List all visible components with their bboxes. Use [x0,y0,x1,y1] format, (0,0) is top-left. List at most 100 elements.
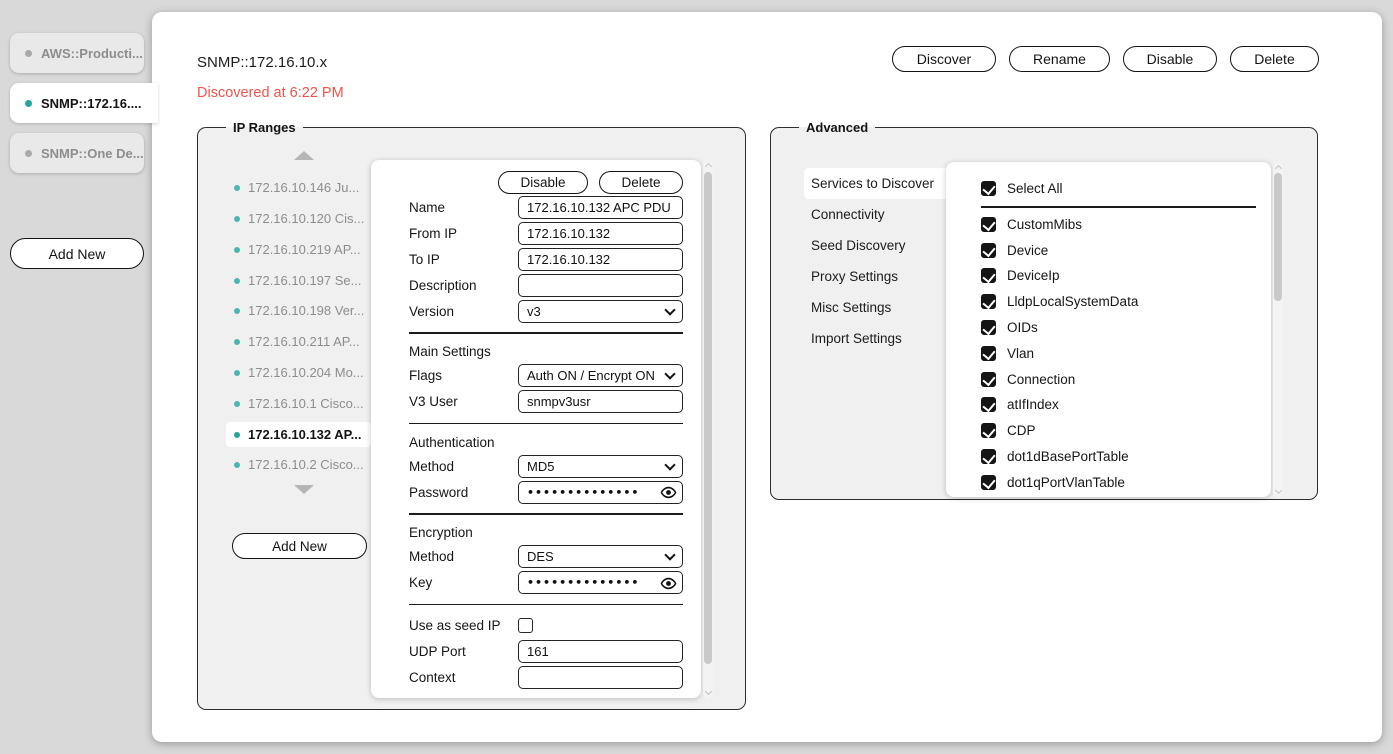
scrollbar-thumb[interactable] [704,172,712,664]
tab-misc-settings[interactable]: Misc Settings [804,292,946,323]
service-label: DeviceIp [1007,268,1060,283]
service-checkbox[interactable] [981,294,996,309]
main-settings-heading: Main Settings [371,341,701,363]
status-text: Discovered at 6:22 PM [197,85,344,101]
sidebar-item-aws-production[interactable]: AWS::Producti... [10,33,144,73]
disable-button[interactable]: Disable [1123,46,1217,72]
delete-button[interactable]: Delete [1230,46,1319,72]
status-dot-icon [25,100,32,107]
status-dot-icon [25,150,32,157]
service-checkbox[interactable] [981,397,996,412]
show-key-icon[interactable] [660,575,677,592]
ip-range-label: 172.16.10.211 AP... [248,334,360,349]
ip-range-item[interactable]: 172.16.10.120 Cis... [226,206,371,231]
from-ip-field[interactable] [518,222,683,245]
to-ip-field[interactable] [518,248,683,271]
ip-ranges-legend: IP Ranges [226,120,303,135]
advanced-fieldset: Advanced Services to Discover Connectivi… [770,120,1318,500]
name-field[interactable] [518,196,683,219]
disable-range-button[interactable]: Disable [498,171,588,194]
sidebar-item-label: SNMP::One De... [41,146,144,161]
main-panel: SNMP::172.16.10.x Discovered at 6:22 PM … [152,12,1382,742]
sidebar-item-snmp-one-device[interactable]: SNMP::One De... [10,133,144,173]
tab-connectivity[interactable]: Connectivity [804,199,946,230]
ip-range-label: 172.16.10.204 Mo... [248,365,364,380]
tab-services-to-discover[interactable]: Services to Discover [804,168,946,199]
auth-method-label: Method [409,459,518,474]
range-dot-icon [234,247,240,253]
range-dot-icon [234,278,240,284]
version-label: Version [409,304,518,319]
service-checkbox[interactable] [981,449,996,464]
rename-button[interactable]: Rename [1009,46,1110,72]
version-select[interactable]: v3 [518,300,683,323]
delete-range-button[interactable]: Delete [599,171,683,194]
ip-range-item[interactable]: 172.16.10.211 AP... [226,329,371,354]
separator [409,423,683,425]
scroll-down-icon[interactable] [704,688,711,695]
ip-range-item[interactable]: 172.16.10.198 Ver... [226,298,371,323]
scroll-up-icon[interactable] [1274,165,1281,172]
services-scrollbar[interactable] [1273,162,1283,497]
header-actions: Discover Rename Disable Delete [892,46,1319,72]
encryption-heading: Encryption [371,522,701,544]
description-field[interactable] [518,274,683,297]
service-checkbox[interactable] [981,243,996,258]
range-dot-icon [234,462,240,468]
service-checkbox[interactable] [981,346,996,361]
discover-button[interactable]: Discover [892,46,996,72]
ip-range-item[interactable]: 172.16.10.1 Cisco... [226,391,371,416]
tab-import-settings[interactable]: Import Settings [804,323,946,354]
select-all-checkbox[interactable] [981,181,996,196]
enc-key-label: Key [409,575,518,590]
enc-method-select[interactable]: DES [518,545,683,568]
tab-proxy-settings[interactable]: Proxy Settings [804,261,946,292]
enc-method-label: Method [409,549,518,564]
add-new-discovery-button[interactable]: Add New [10,238,144,269]
seed-ip-checkbox[interactable] [518,618,533,633]
ip-range-item[interactable]: 172.16.10.197 Se... [226,268,371,293]
scroll-list-down-icon[interactable] [294,485,314,494]
scroll-list-up-icon[interactable] [294,151,314,160]
services-card: Select All CustomMibs Device DeviceIp Ll… [946,162,1271,497]
advanced-legend: Advanced [799,120,875,135]
udp-port-field[interactable] [518,640,683,663]
ip-range-label: 172.16.10.132 AP... [248,427,361,442]
service-label: Device [1007,243,1048,258]
separator [409,513,683,515]
ip-range-item[interactable]: 172.16.10.219 AP... [226,237,371,262]
service-checkbox[interactable] [981,372,996,387]
ip-range-item[interactable]: 172.16.10.204 Mo... [226,360,371,385]
from-ip-label: From IP [409,226,518,241]
v3-user-field[interactable] [518,390,683,413]
service-checkbox[interactable] [981,423,996,438]
scroll-up-icon[interactable] [704,163,711,170]
service-checkbox[interactable] [981,217,996,232]
ip-range-item-selected[interactable]: 172.16.10.132 AP... [226,422,371,447]
service-label: Vlan [1007,346,1034,361]
password-field[interactable] [518,481,683,504]
scroll-down-icon[interactable] [1274,487,1281,494]
service-label: CDP [1007,423,1036,438]
context-field[interactable] [518,666,683,689]
tab-seed-discovery[interactable]: Seed Discovery [804,230,946,261]
service-checkbox[interactable] [981,475,996,490]
service-checkbox[interactable] [981,268,996,283]
udp-port-label: UDP Port [409,644,518,659]
flags-select[interactable]: Auth ON / Encrypt ON [518,364,683,387]
form-scrollbar[interactable] [703,160,713,698]
auth-method-select[interactable]: MD5 [518,455,683,478]
ip-range-item[interactable]: 172.16.10.2 Cisco... [226,452,371,477]
enc-key-field[interactable] [518,571,683,594]
to-ip-label: To IP [409,252,518,267]
add-range-button[interactable]: Add New [232,533,367,559]
service-checkbox[interactable] [981,320,996,335]
select-all-label: Select All [1007,181,1063,196]
ip-ranges-fieldset: IP Ranges 172.16.10.146 Ju... 172.16.10.… [197,120,746,710]
scrollbar-thumb[interactable] [1274,173,1282,301]
sidebar-item-snmp-range[interactable]: SNMP::172.16.... [10,83,158,123]
ip-range-item[interactable]: 172.16.10.146 Ju... [226,175,371,200]
show-password-icon[interactable] [660,484,677,501]
app-window: AWS::Producti... SNMP::172.16.... SNMP::… [0,0,1393,754]
ip-range-label: 172.16.10.2 Cisco... [248,457,364,472]
